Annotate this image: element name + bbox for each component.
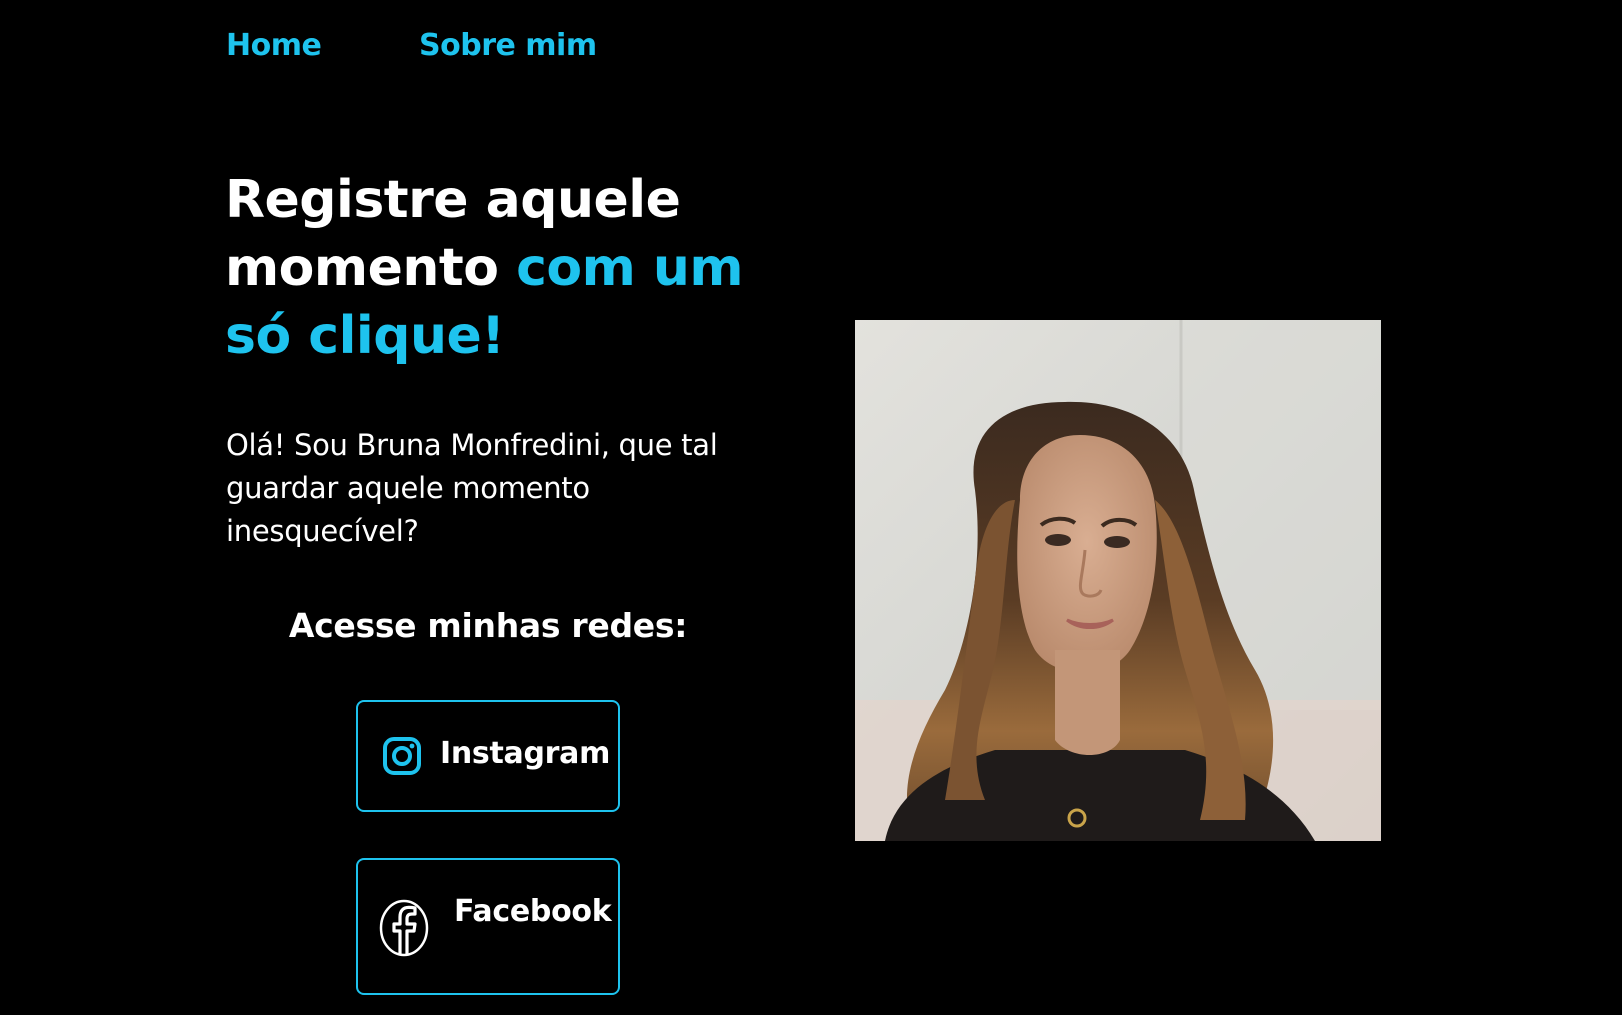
social-section-title: Acesse minhas redes:	[288, 606, 688, 645]
instagram-button-label: Instagram	[440, 736, 611, 771]
hero-headline: Registre aquele momento com um só clique…	[225, 166, 785, 370]
facebook-button[interactable]: Facebook	[356, 858, 620, 995]
facebook-icon	[379, 899, 429, 957]
hero-intro-text: Olá! Sou Bruna Monfredini, que tal guard…	[226, 428, 718, 548]
profile-photo	[855, 320, 1381, 841]
portrait-image	[855, 320, 1381, 841]
instagram-icon	[383, 737, 421, 775]
instagram-button[interactable]: Instagram	[356, 700, 620, 812]
nav-link-home[interactable]: Home	[226, 28, 419, 63]
facebook-button-label: Facebook	[454, 894, 612, 929]
nav-link-sobre-mim[interactable]: Sobre mim	[419, 28, 597, 63]
main-nav: Home Sobre mim	[226, 28, 597, 63]
